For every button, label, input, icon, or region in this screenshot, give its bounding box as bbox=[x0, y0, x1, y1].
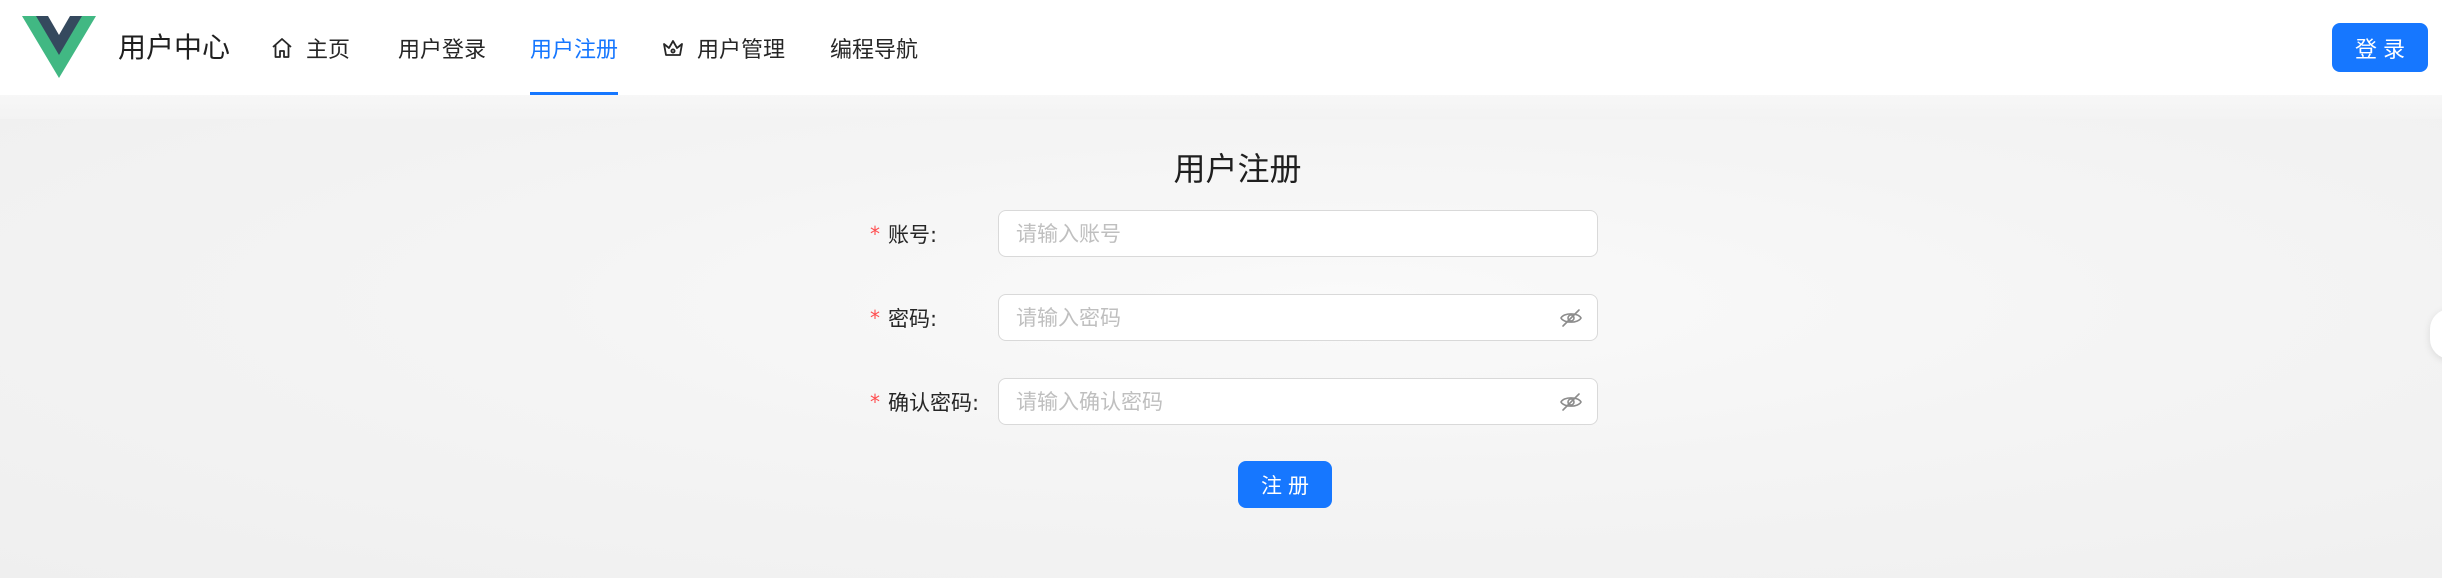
confirm-password-input-box bbox=[998, 378, 1598, 425]
eye-invisible-icon[interactable] bbox=[1559, 307, 1583, 329]
page-title: 用户注册 bbox=[1173, 150, 1302, 188]
account-input[interactable] bbox=[999, 211, 1597, 256]
confirm-password-label: * 确认密码: bbox=[870, 378, 979, 425]
confirm-password-form-row: * 确认密码: bbox=[870, 378, 1600, 425]
required-mark: * bbox=[870, 305, 880, 330]
password-label-text: 密码: bbox=[888, 306, 938, 331]
crown-icon bbox=[663, 39, 683, 56]
nav-item-label: 用户登录 bbox=[398, 37, 487, 63]
nav-item-label: 编程导航 bbox=[830, 37, 919, 63]
nav-item-home[interactable]: 主页 bbox=[270, 0, 350, 95]
home-icon bbox=[272, 37, 292, 58]
required-mark: * bbox=[870, 221, 880, 246]
nav-item-user-login[interactable]: 用户登录 bbox=[398, 0, 486, 95]
password-form-row: * 密码: bbox=[870, 294, 1600, 341]
side-drawer-handle[interactable] bbox=[2430, 309, 2442, 359]
nav-item-programming-nav[interactable]: 编程导航 bbox=[830, 0, 918, 95]
account-label-text: 账号: bbox=[888, 222, 938, 247]
password-input-box bbox=[998, 294, 1598, 341]
login-button[interactable]: 登录 bbox=[2332, 23, 2428, 72]
register-page: 用户注册 * 账号: * 密码: * 确认密码: bbox=[0, 119, 2442, 578]
eye-invisible-icon[interactable] bbox=[1559, 391, 1583, 413]
password-input[interactable] bbox=[999, 295, 1597, 340]
account-input-box bbox=[998, 210, 1598, 257]
nav-item-user-management[interactable]: 用户管理 bbox=[661, 0, 785, 95]
main-nav: 主页 用户登录 用户注册 用户管理 编程导航 bbox=[250, 0, 950, 95]
confirm-password-label-text: 确认密码: bbox=[888, 390, 980, 415]
confirm-password-input[interactable] bbox=[999, 379, 1597, 424]
required-mark: * bbox=[870, 389, 880, 414]
header-divider bbox=[0, 95, 2442, 119]
nav-item-user-register[interactable]: 用户注册 bbox=[530, 0, 619, 95]
nav-item-label: 主页 bbox=[306, 37, 351, 63]
account-form-row: * 账号: bbox=[870, 210, 1600, 257]
register-submit-button[interactable]: 注册 bbox=[1238, 461, 1332, 508]
nav-item-label: 用户注册 bbox=[530, 37, 619, 63]
nav-item-label: 用户管理 bbox=[697, 37, 786, 63]
vue-logo-icon[interactable] bbox=[22, 16, 96, 78]
top-header: 用户中心 主页 用户登录 用户注册 用户管理 编程导航 登录 bbox=[0, 0, 2442, 95]
account-label: * 账号: bbox=[870, 210, 937, 257]
app-title: 用户中心 bbox=[118, 31, 231, 64]
password-label: * 密码: bbox=[870, 294, 937, 341]
